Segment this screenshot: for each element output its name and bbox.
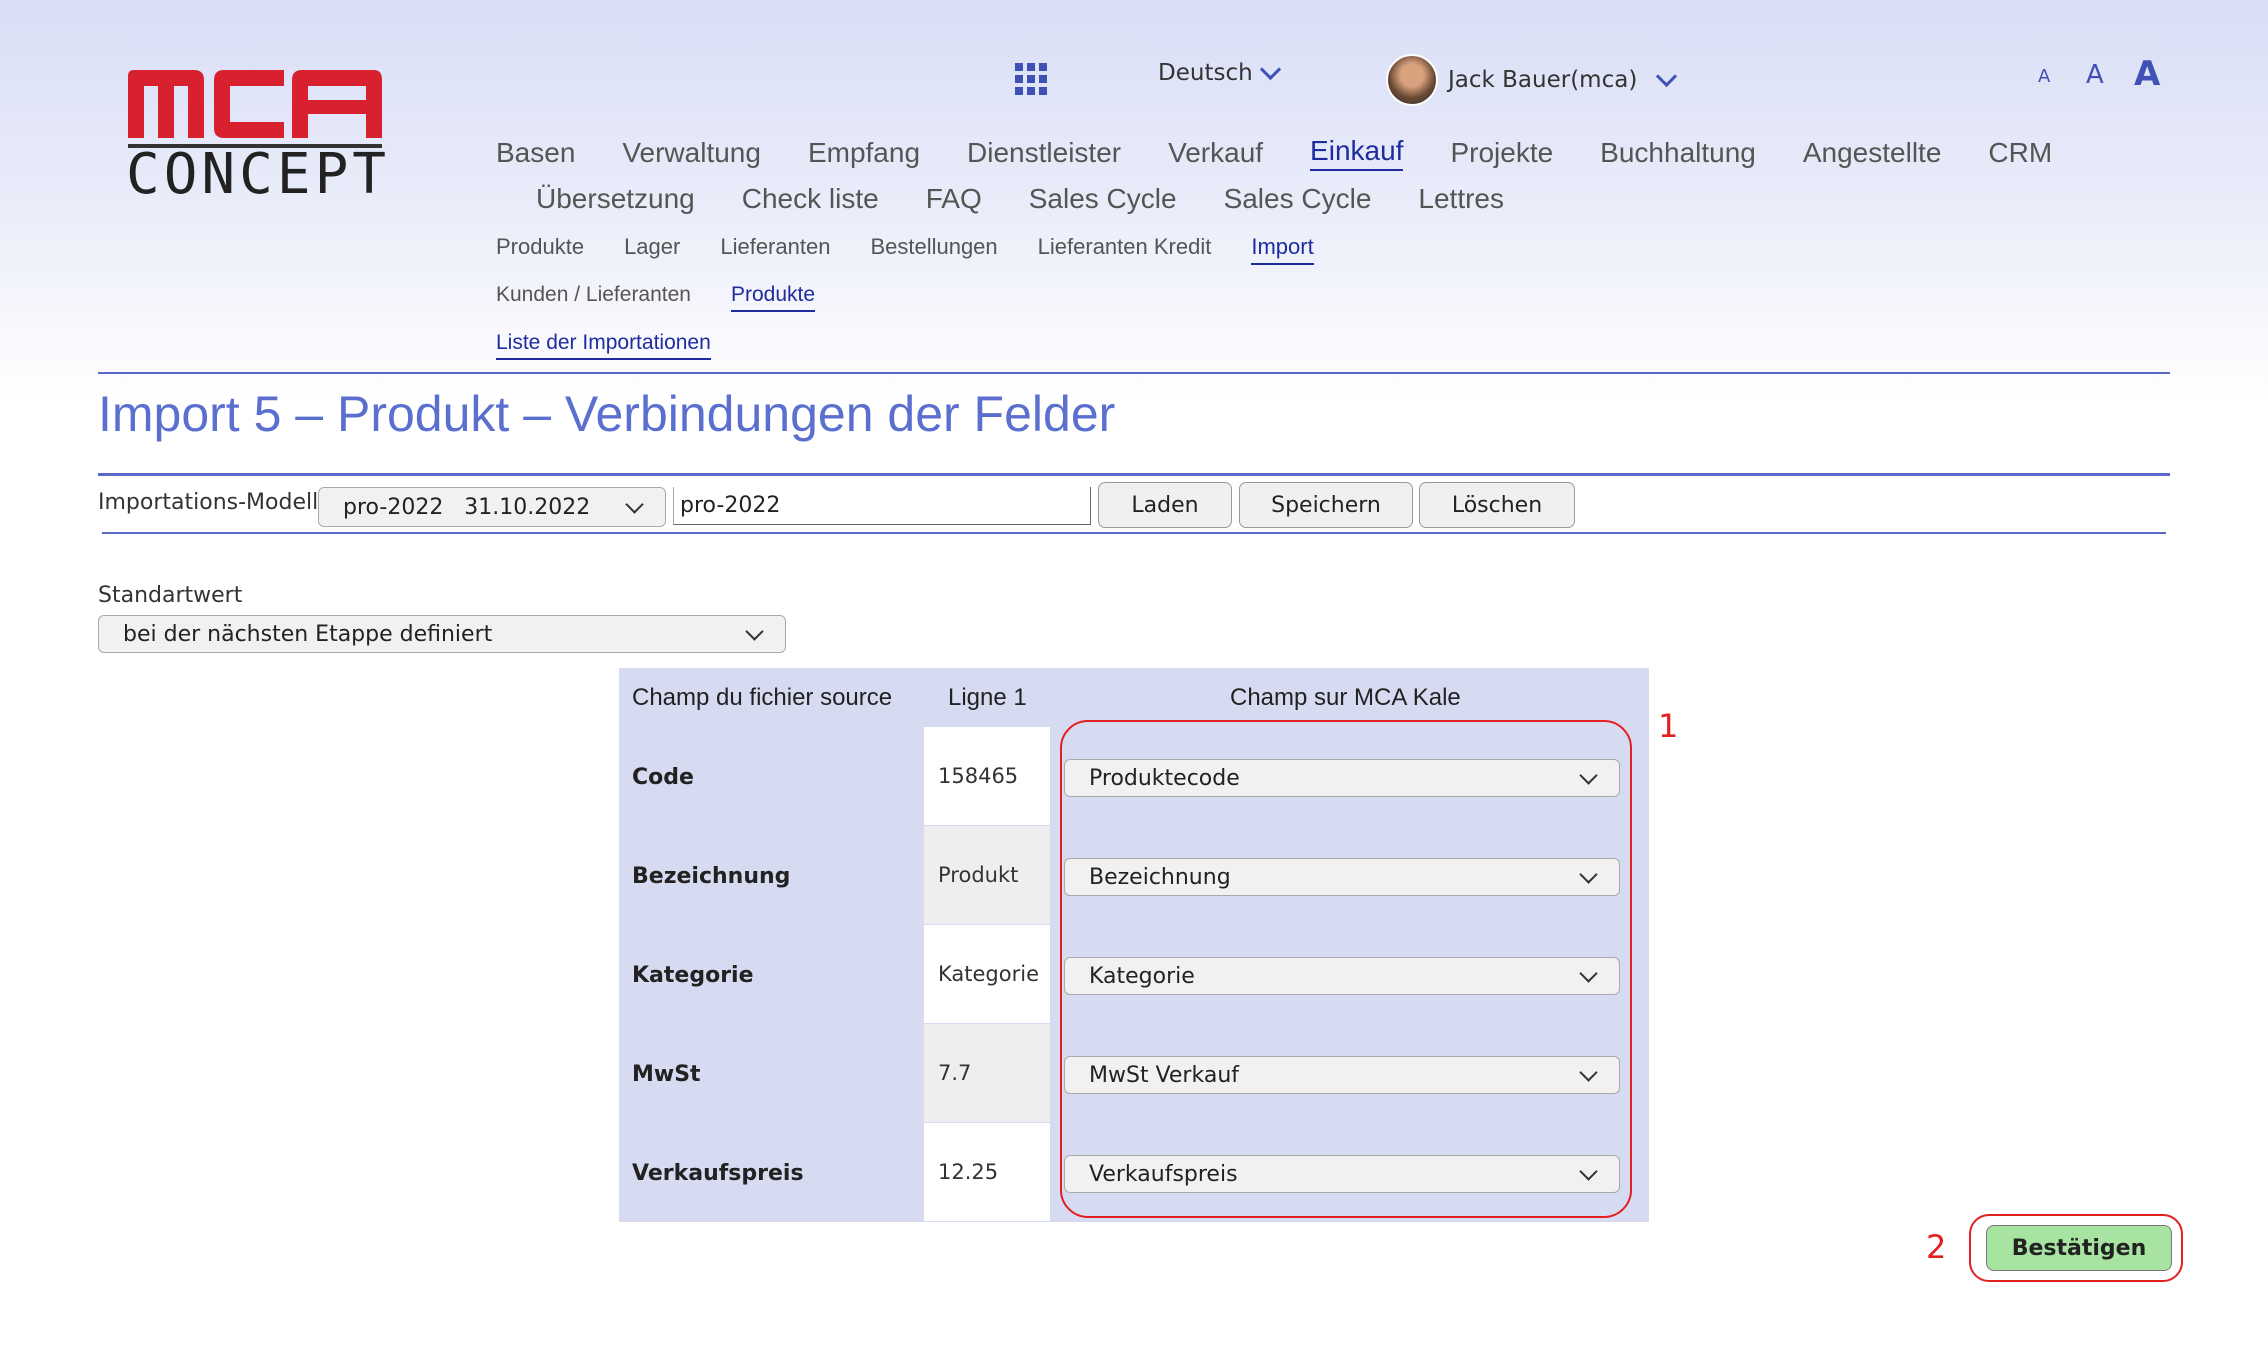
nav-item-empfang[interactable]: Empfang — [808, 137, 920, 169]
nav-item-projekte[interactable]: Projekte — [1450, 137, 1553, 169]
subnav-item-produkte[interactable]: Produkte — [496, 234, 584, 265]
line1-value: 7.7 — [924, 1024, 1050, 1122]
default-value-value: bei der nächsten Etappe definiert — [123, 621, 493, 647]
default-value-label: Standartwert — [98, 583, 243, 608]
avatar — [1386, 54, 1438, 106]
import-model-name-input[interactable] — [673, 487, 1091, 525]
divider — [102, 532, 2166, 534]
source-field-label: Bezeichnung — [632, 864, 791, 889]
sub-navigation-secondary: Kunden / Lieferanten Produkte — [496, 283, 816, 312]
user-name: Jack Bauer(mca) — [1448, 67, 1638, 93]
subnav-item-kunden-lieferanten[interactable]: Kunden / Lieferanten — [496, 283, 691, 312]
sub-navigation-tertiary: Liste der Importationen — [496, 331, 711, 360]
font-size-large-button[interactable]: A — [2134, 54, 2160, 94]
annotation-marker-1: 1 — [1658, 707, 1679, 745]
user-menu[interactable]: Jack Bauer(mca) — [1386, 54, 1678, 106]
subnav-item-bestellungen[interactable]: Bestellungen — [870, 234, 997, 265]
subnav-item-produkte[interactable]: Produkte — [731, 283, 816, 312]
nav-item-dienstleister[interactable]: Dienstleister — [967, 137, 1121, 169]
default-value-select[interactable]: bei der nächsten Etappe definiert — [98, 615, 786, 653]
apps-grid-icon[interactable] — [1015, 63, 1047, 95]
chevron-down-icon — [1656, 65, 1678, 87]
header-line-1: Ligne 1 — [948, 684, 1027, 711]
source-field-label: Kategorie — [632, 963, 754, 988]
line1-value: Produkt — [924, 826, 1050, 924]
nav-item-verwaltung[interactable]: Verwaltung — [622, 137, 761, 169]
subnav-item-lieferanten-kredit[interactable]: Lieferanten Kredit — [1038, 234, 1212, 265]
nav-item-sales-cycle[interactable]: Sales Cycle — [1029, 183, 1177, 215]
nav-item-lettres[interactable]: Lettres — [1418, 183, 1504, 215]
chevron-down-icon — [1259, 58, 1281, 80]
language-label: Deutsch — [1158, 60, 1253, 86]
header-target-field: Champ sur MCA Kale — [1230, 684, 1461, 711]
nav-item-check-liste[interactable]: Check liste — [742, 183, 879, 215]
nav-item-angestellte[interactable]: Angestellte — [1803, 137, 1942, 169]
confirm-button[interactable]: Bestätigen — [1986, 1225, 2172, 1271]
subnav-item-liste-der-importationen[interactable]: Liste der Importationen — [496, 331, 711, 360]
sub-navigation: Produkte Lager Lieferanten Bestellungen Lief… — [496, 234, 1314, 265]
import-model-label: Importations-Modell — [98, 490, 319, 515]
nav-item-basen[interactable]: Basen — [496, 137, 575, 169]
divider — [98, 473, 2170, 476]
highlight-box-1 — [1060, 720, 1632, 1218]
logo-wordmark-concept: CONCEPT — [126, 142, 391, 207]
source-field-label: MwSt — [632, 1062, 701, 1087]
load-button[interactable]: Laden — [1098, 482, 1232, 528]
chevron-down-icon — [625, 494, 644, 514]
source-field-label: Code — [632, 765, 694, 790]
nav-item-ubersetzung[interactable]: Übersetzung — [536, 183, 695, 215]
line1-value: 12.25 — [924, 1123, 1050, 1221]
import-model-select[interactable]: pro-2022 31.10.2022 — [318, 487, 666, 527]
nav-item-verkauf[interactable]: Verkauf — [1168, 137, 1263, 169]
nav-item-buchhaltung[interactable]: Buchhaltung — [1600, 137, 1756, 169]
mca-concept-logo[interactable]: CONCEPT — [124, 62, 386, 212]
annotation-marker-2: 2 — [1926, 1228, 1947, 1266]
source-field-label: Verkaufspreis — [632, 1161, 804, 1186]
save-button[interactable]: Speichern — [1239, 482, 1413, 528]
divider — [98, 372, 2170, 374]
page-title: Import 5 – Produkt – Verbindungen der Fe… — [98, 386, 1116, 442]
language-selector[interactable]: Deutsch — [1158, 58, 1281, 86]
nav-item-faq[interactable]: FAQ — [926, 183, 982, 215]
header-source-field: Champ du fichier source — [632, 684, 893, 711]
subnav-item-import[interactable]: Import — [1251, 234, 1314, 265]
import-model-value: pro-2022 31.10.2022 — [343, 494, 591, 520]
nav-item-sales-cycle[interactable]: Sales Cycle — [1224, 183, 1372, 215]
line1-value: 158465 — [924, 727, 1050, 825]
main-navigation: Basen Verwaltung Empfang Dienstleister Verka… — [496, 130, 2056, 222]
subnav-item-lager[interactable]: Lager — [624, 234, 680, 265]
nav-item-crm[interactable]: CRM — [1988, 137, 2052, 169]
chevron-down-icon — [745, 621, 764, 641]
line1-value: Kategorie — [924, 925, 1050, 1023]
font-size-small-button[interactable]: A — [2038, 66, 2050, 87]
delete-button[interactable]: Löschen — [1419, 482, 1575, 528]
nav-item-einkauf[interactable]: Einkauf — [1310, 135, 1404, 171]
font-size-medium-button[interactable]: A — [2086, 60, 2104, 90]
subnav-item-lieferanten[interactable]: Lieferanten — [720, 234, 830, 265]
